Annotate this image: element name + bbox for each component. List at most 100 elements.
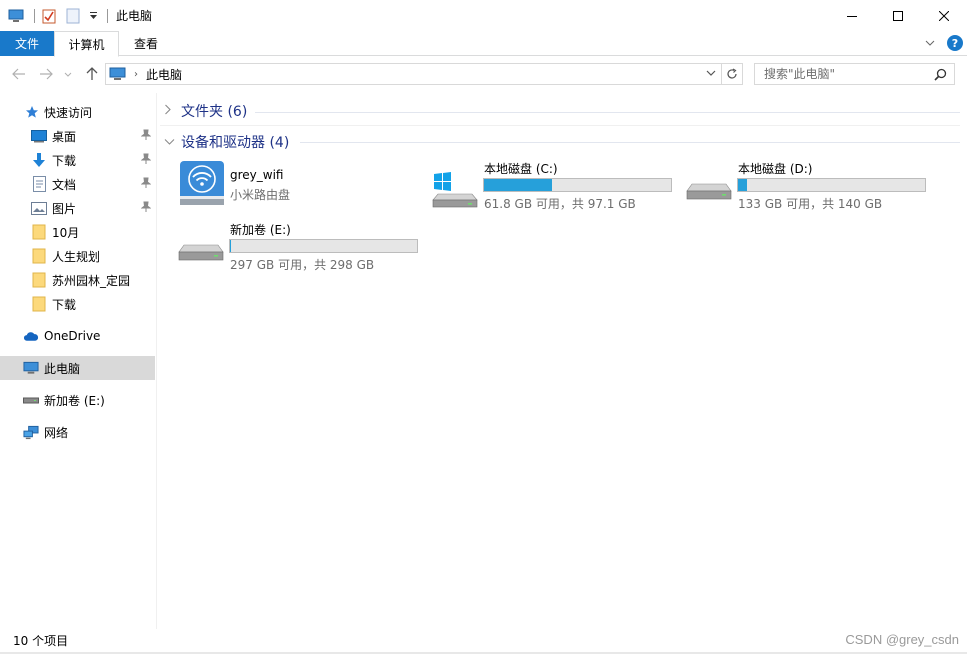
quick-access-toolbar: 此电脑 <box>0 0 152 31</box>
expand-ribbon-icon[interactable] <box>925 40 935 46</box>
minimize-button[interactable] <box>829 0 875 31</box>
drive-usage-fill <box>484 179 553 191</box>
computer-icon <box>23 360 39 376</box>
drive-free-space: 133 GB 可用，共 140 GB <box>738 197 883 211</box>
refresh-button[interactable] <box>722 63 743 85</box>
desktop-icon <box>31 128 47 144</box>
ribbon-right-controls: ? <box>925 35 963 51</box>
drive-d[interactable]: 本地磁盘 (D:) 133 GB 可用，共 140 GB <box>684 158 929 211</box>
sidebar-item-label: 下载 <box>52 153 77 168</box>
sidebar-item-drive-e[interactable]: 新加卷 (E:) <box>0 388 155 412</box>
address-bar[interactable]: › 此电脑 <box>105 63 722 85</box>
device-name: grey_wifi <box>230 168 284 182</box>
maximize-icon <box>893 10 903 21</box>
title-bar: 此电脑 <box>0 0 967 31</box>
pin-icon[interactable] <box>140 129 152 144</box>
group-title: 设备和驱动器 (4) <box>181 135 290 151</box>
hard-drive-icon <box>23 392 39 408</box>
status-bar: 10 个项目 <box>0 629 967 654</box>
address-dropdown-button[interactable] <box>706 70 716 76</box>
sidebar-item-pictures[interactable]: 图片 <box>0 196 155 220</box>
group-header-devices[interactable]: 设备和驱动器 (4) <box>160 130 289 154</box>
breadcrumb-current[interactable]: 此电脑 <box>146 66 182 83</box>
sidebar-item-label: 此电脑 <box>44 361 81 376</box>
sidebar-item-quick-access[interactable]: 快速访问 <box>0 100 155 124</box>
chevron-down-icon <box>164 135 178 149</box>
minimize-icon <box>847 15 857 17</box>
sidebar-item-label: 新加卷 (E:) <box>44 393 105 408</box>
search-input[interactable] <box>764 67 934 81</box>
sidebar-item-network[interactable]: 网络 <box>0 420 155 444</box>
computer-icon[interactable] <box>6 6 26 26</box>
sidebar-item-label: 人生规划 <box>52 249 101 264</box>
document-icon <box>31 176 47 192</box>
sidebar-item-life-plan[interactable]: 人生规划 <box>0 244 155 268</box>
up-button[interactable] <box>83 65 101 83</box>
item-count: 10 个项目 <box>13 634 69 648</box>
search-box[interactable] <box>754 63 955 85</box>
computer-icon <box>109 67 126 81</box>
sidebar-item-this-pc[interactable]: 此电脑 <box>0 356 155 380</box>
download-icon <box>31 152 47 168</box>
close-icon <box>939 10 949 21</box>
properties-icon[interactable] <box>39 6 59 26</box>
sidebar-item-downloads[interactable]: 下载 <box>0 148 155 172</box>
breadcrumb-separator-icon[interactable]: › <box>134 69 138 80</box>
folder-icon <box>31 248 47 264</box>
device-description: 小米路由盘 <box>230 188 291 202</box>
window-title: 此电脑 <box>116 9 153 23</box>
window-controls <box>829 0 967 31</box>
back-arrow-icon <box>12 68 25 80</box>
router-disk-icon <box>178 160 226 211</box>
drive-name: 本地磁盘 (D:) <box>738 162 813 176</box>
back-button[interactable] <box>10 65 28 83</box>
maximize-button[interactable] <box>875 0 921 31</box>
folder-icon <box>31 296 47 312</box>
pin-icon[interactable] <box>140 177 152 192</box>
windows-drive-icon <box>432 172 478 211</box>
star-icon <box>24 104 40 120</box>
sidebar-item-documents[interactable]: 文档 <box>0 172 155 196</box>
drive-e[interactable]: 新加卷 (E:) 297 GB 可用，共 298 GB <box>176 219 421 272</box>
help-icon[interactable]: ? <box>947 35 963 51</box>
pin-icon[interactable] <box>140 153 152 168</box>
pin-icon[interactable] <box>140 201 152 216</box>
forward-arrow-icon <box>40 68 53 80</box>
sidebar-item-label: 10月 <box>52 225 80 240</box>
customize-toolbar-icon[interactable] <box>87 6 99 26</box>
sidebar-item-onedrive[interactable]: OneDrive <box>0 324 155 348</box>
tab-file[interactable]: 文件 <box>0 31 54 56</box>
folder-icon <box>31 224 47 240</box>
sidebar-item-label: 苏州园林_定园 <box>52 273 131 288</box>
sidebar-item-desktop[interactable]: 桌面 <box>0 124 155 148</box>
chevron-down-icon <box>706 70 716 76</box>
hard-drive-icon <box>178 243 224 272</box>
drive-name: 本地磁盘 (C:) <box>484 162 558 176</box>
tab-computer[interactable]: 计算机 <box>54 31 119 57</box>
cloud-icon <box>23 328 39 344</box>
group-divider <box>255 112 960 113</box>
drive-usage-bar <box>483 178 672 192</box>
drive-usage-bar <box>737 178 926 192</box>
close-button[interactable] <box>921 0 967 31</box>
sidebar-item-label: 快速访问 <box>44 105 93 120</box>
watermark: CSDN @grey_csdn <box>845 631 959 647</box>
drive-c[interactable]: 本地磁盘 (C:) 61.8 GB 可用，共 97.1 GB <box>430 158 675 211</box>
recent-locations-button[interactable] <box>63 65 73 83</box>
forward-button[interactable] <box>37 65 55 83</box>
sidebar-item-download-folder[interactable]: 下载 <box>0 292 155 316</box>
chevron-down-icon <box>64 72 72 77</box>
navigation-pane: 快速访问 桌面 下载 文档 图片 10月 人生规划 苏州园林_定园 下载 One… <box>0 93 157 629</box>
search-icon[interactable] <box>934 68 947 84</box>
group-header-folders[interactable]: 文件夹 (6) <box>160 99 247 123</box>
sidebar-item-suzhou-garden[interactable]: 苏州园林_定园 <box>0 268 155 292</box>
ribbon-tabs: 文件 计算机 查看 ? <box>0 31 967 57</box>
toolbar-separator <box>34 8 35 23</box>
device-grey-wifi[interactable]: grey_wifi 小米路由盘 <box>176 158 416 210</box>
tab-view[interactable]: 查看 <box>119 31 173 56</box>
sidebar-item-october[interactable]: 10月 <box>0 220 155 244</box>
new-folder-icon[interactable] <box>63 6 83 26</box>
sidebar-item-label: 桌面 <box>52 129 77 144</box>
drive-usage-fill <box>738 179 748 191</box>
toolbar-separator <box>107 8 108 23</box>
